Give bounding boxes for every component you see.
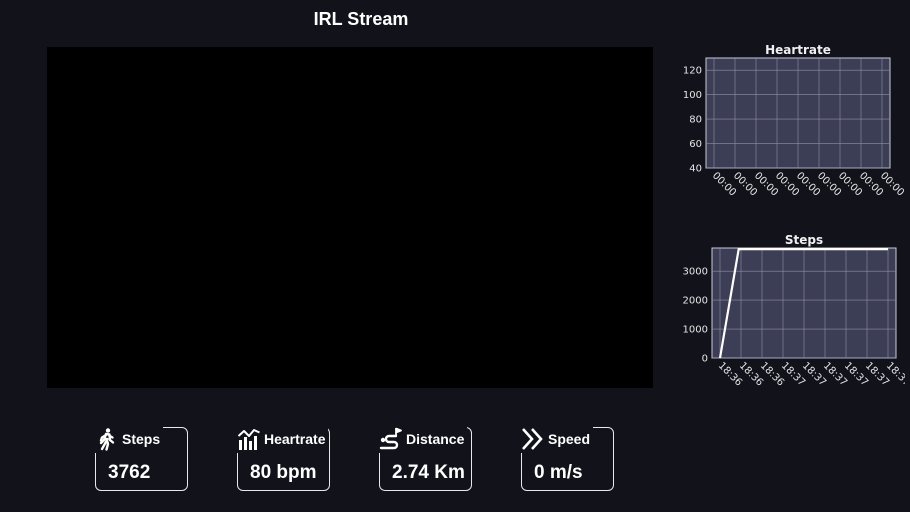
heartrate-card: Heartrate 80 bpm [237,427,330,491]
y-tick-label: 1000 [683,325,708,336]
y-tick-label: 3000 [683,267,708,278]
speed-value: 0 m/s [534,462,583,483]
video-stream [47,47,653,388]
chart-bars-icon [237,429,260,450]
y-tick-label: 0 [702,354,708,365]
steps-label: Steps [122,431,161,447]
route-icon [379,427,402,450]
y-tick-label: 80 [689,115,702,126]
double-chevron-right-icon [522,428,543,450]
steps-card: Steps 3762 [95,427,188,491]
x-tick-label: 00:00 [878,170,905,198]
heartrate-chart: Heartrate 40 60 80 100 120 00:00 00:00 00:00 00:0… [670,40,905,215]
chart-title: Steps [785,233,823,247]
heartrate-label: Heartrate [264,431,326,447]
steps-chart: Steps 0 1000 2000 3000 18:36 18:36 18:36 18:37 18… [670,230,905,400]
y-tick-label: 60 [689,139,702,150]
y-tick-label: 100 [683,90,702,101]
chart-title: Heartrate [765,43,831,57]
speed-label: Speed [548,431,591,447]
y-tick-label: 40 [689,164,702,175]
walking-icon [99,428,115,451]
chart-svg: Heartrate40608010012000:0000:0000:0000:0… [683,43,905,199]
distance-label: Distance [406,431,465,447]
chart-svg: Steps010002000300018:3618:3618:3618:3718… [683,233,905,389]
page-title: IRL Stream [313,9,409,29]
distance-card: Distance 2.74 Km [379,427,472,491]
distance-value: 2.74 Km [392,462,465,483]
y-tick-label: 120 [683,66,702,77]
y-tick-label: 2000 [683,296,708,307]
heartrate-value: 80 bpm [250,462,317,483]
steps-value: 3762 [108,462,151,483]
speed-card: Speed 0 m/s [521,427,614,491]
